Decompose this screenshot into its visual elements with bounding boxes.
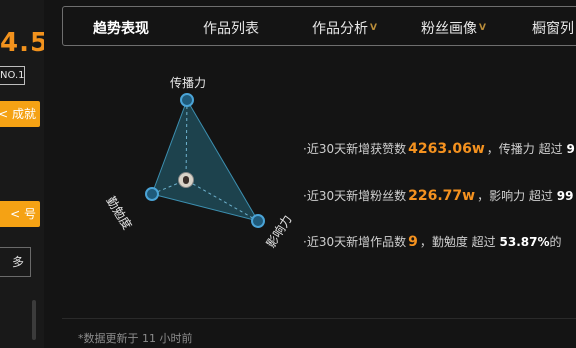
stat-works-prefix: ·近30天新增作品数 <box>303 235 407 249</box>
score-value: 4.5 <box>0 28 44 58</box>
tab-showcase-label: 橱窗列 <box>532 21 574 37</box>
sidebar-scrollbar[interactable] <box>32 300 36 340</box>
tab-works-list[interactable]: 作品列表 <box>203 18 259 38</box>
stat-likes-pct: 9 <box>566 142 575 156</box>
tab-bar: 趋势表现 作品列表 作品分析 V 粉丝画像 V 橱窗列 <box>62 6 576 46</box>
radar-point-left <box>145 187 159 201</box>
radar-label-spread: 传播力 <box>170 76 207 90</box>
stat-works: ·近30天新增作品数 9 ，勤勉度 超过 53.87%的 <box>303 233 562 250</box>
vip-icon: V <box>479 23 486 33</box>
stat-likes-value: 4263.06w <box>408 141 485 157</box>
stat-likes-prefix: ·近30天新增获赞数 <box>303 142 407 156</box>
stat-works-value: 9 <box>408 234 418 250</box>
tab-fans-profile[interactable]: 粉丝画像 V <box>421 18 486 38</box>
radar-area <box>151 98 260 222</box>
left-sidebar: 4.5 NO.1 成就 > 号 > 多 <box>0 0 44 348</box>
tab-works-analysis[interactable]: 作品分析 V <box>312 18 377 38</box>
update-time-note: *数据更新于 11 小时前 <box>78 332 193 345</box>
avatar <box>178 172 194 188</box>
tab-trend[interactable]: 趋势表现 <box>93 18 149 38</box>
footer-divider <box>62 318 576 319</box>
stat-fans-value: 226.77w <box>408 188 476 204</box>
bind-account-button[interactable]: 号 > <box>0 201 40 227</box>
radar-point-right <box>251 214 265 228</box>
stat-likes-middle: ，传播力 超过 <box>486 142 563 156</box>
stat-likes: ·近30天新增获赞数 4263.06w ，传播力 超过 9 <box>303 140 575 157</box>
vip-icon: V <box>370 23 377 33</box>
tab-works-analysis-label: 作品分析 <box>312 21 368 37</box>
tab-showcase[interactable]: 橱窗列 <box>532 18 574 38</box>
stat-fans: ·近30天新增粉丝数 226.77w ，影响力 超过 99 <box>303 187 573 204</box>
stat-works-suffix: 的 <box>549 235 562 249</box>
tab-works-list-label: 作品列表 <box>203 21 259 37</box>
stat-works-pct: 53.87% <box>499 235 550 249</box>
stat-fans-prefix: ·近30天新增粉丝数 <box>303 189 407 203</box>
tab-fans-profile-label: 粉丝画像 <box>421 21 477 37</box>
more-button[interactable]: 多 <box>0 247 31 277</box>
achievement-button[interactable]: 成就 > <box>0 101 40 127</box>
stat-works-middle: ，勤勉度 超过 <box>419 235 496 249</box>
stat-fans-pct: 99 <box>556 189 574 203</box>
stat-fans-middle: ，影响力 超过 <box>477 189 553 203</box>
tab-trend-label: 趋势表现 <box>93 21 149 37</box>
rank-badge: NO.1 <box>0 66 25 85</box>
radar-point-top <box>180 93 194 107</box>
